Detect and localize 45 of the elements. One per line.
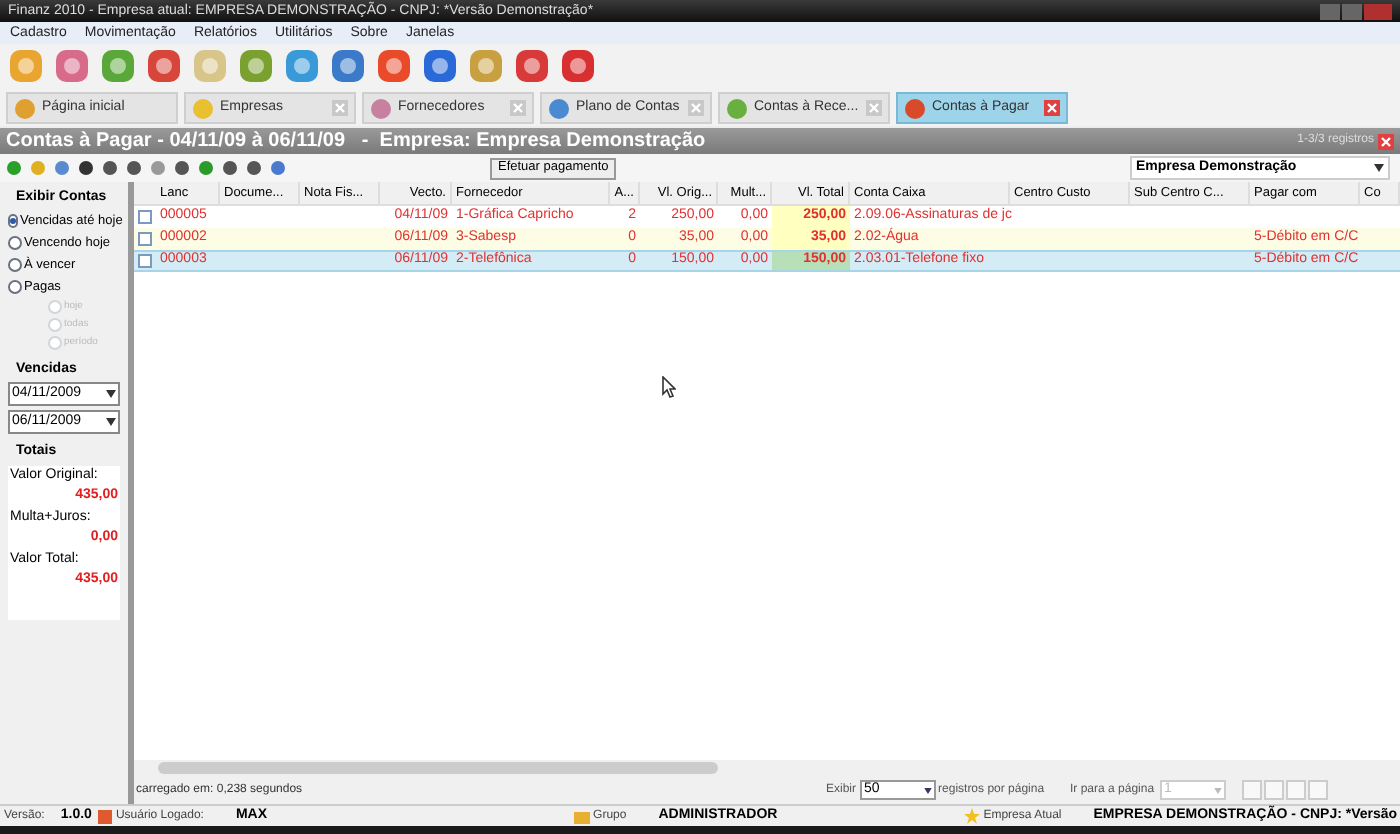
radio-button[interactable] bbox=[8, 214, 18, 228]
user-icon bbox=[97, 809, 112, 823]
close-button[interactable] bbox=[1378, 133, 1394, 149]
toolbar-icon[interactable] bbox=[468, 48, 504, 84]
pager-button[interactable] bbox=[1308, 780, 1329, 800]
row-checkbox[interactable] bbox=[138, 232, 152, 246]
folder-icon bbox=[573, 809, 590, 823]
dropdown-icon bbox=[924, 787, 933, 793]
pager-button[interactable] bbox=[1242, 780, 1263, 800]
toolbar-icon[interactable] bbox=[376, 48, 412, 84]
toolbar-icon[interactable] bbox=[422, 48, 458, 84]
toolbar-icon[interactable] bbox=[560, 48, 596, 84]
close-icon[interactable] bbox=[1044, 100, 1060, 116]
tab-icon bbox=[548, 97, 570, 119]
header-title: Contas à Pagar - 04/11/09 à 06/11/09 - Empresa: Empresa Demonstração bbox=[6, 131, 708, 151]
radio-button[interactable] bbox=[8, 236, 22, 250]
maximize-button[interactable] bbox=[1342, 3, 1362, 19]
radio-button[interactable] bbox=[8, 258, 22, 272]
toolbar-icon[interactable] bbox=[8, 48, 44, 84]
dropdown-icon bbox=[106, 390, 116, 398]
tab-icon bbox=[14, 97, 36, 119]
tab-icon bbox=[726, 97, 748, 119]
toolbar-icon[interactable] bbox=[146, 48, 182, 84]
toolbar-icon[interactable] bbox=[330, 48, 366, 84]
pager-button[interactable] bbox=[1264, 780, 1285, 800]
toolbar-icon[interactable] bbox=[238, 48, 274, 84]
tab-icon bbox=[904, 97, 926, 119]
radio-button[interactable] bbox=[8, 280, 22, 294]
horizontal-scrollbar[interactable] bbox=[134, 760, 1400, 776]
star-icon bbox=[963, 808, 980, 824]
toolbar-icon[interactable] bbox=[100, 48, 136, 84]
pager-button[interactable] bbox=[1286, 780, 1307, 800]
row-checkbox[interactable] bbox=[138, 254, 152, 268]
dropdown-icon bbox=[106, 418, 116, 426]
toolbar-icon[interactable] bbox=[514, 48, 550, 84]
tab-icon bbox=[192, 97, 214, 119]
minimize-button[interactable] bbox=[1320, 3, 1340, 19]
dropdown-icon bbox=[1374, 164, 1384, 172]
mouse-pointer-icon bbox=[662, 376, 676, 398]
toolbar-icon[interactable] bbox=[284, 48, 320, 84]
toolbar-icon[interactable] bbox=[54, 48, 90, 84]
dropdown-icon bbox=[1214, 787, 1223, 793]
row-checkbox[interactable] bbox=[138, 210, 152, 224]
close-button[interactable] bbox=[1364, 3, 1392, 19]
tab-icon bbox=[370, 97, 392, 119]
